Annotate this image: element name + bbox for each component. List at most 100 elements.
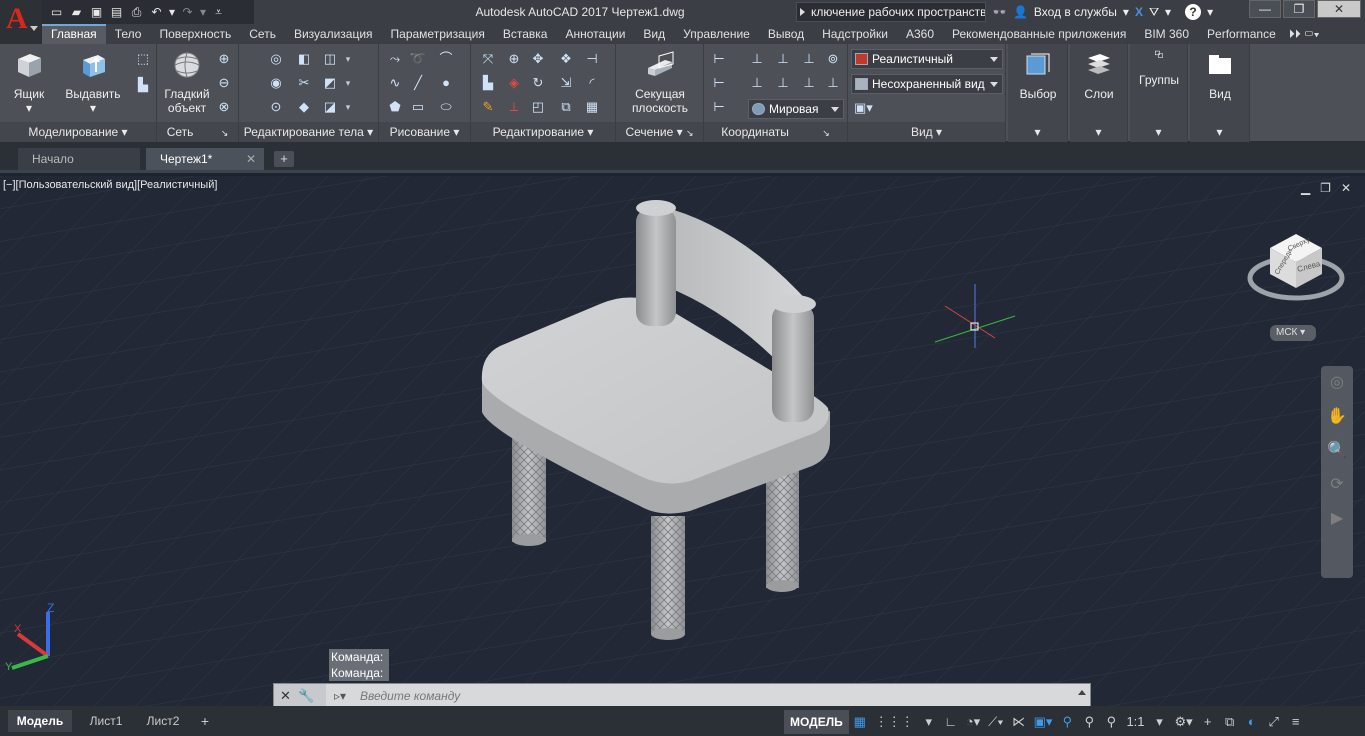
panel-groups[interactable]: Группы ▾ (1130, 44, 1188, 142)
panel-title-solid-editing[interactable]: Редактирование тела ▾ (239, 122, 378, 142)
autoscale-icon[interactable]: ⚲ (1078, 710, 1100, 734)
zoom-icon[interactable]: 🔍 (1321, 434, 1353, 468)
binoculars-icon[interactable]: 👓 (992, 5, 1007, 19)
command-input[interactable]: ▹▾ Введите команду (330, 684, 460, 706)
spline-icon[interactable]: ∿ (386, 74, 404, 92)
union-icon[interactable]: ◎ (267, 50, 285, 68)
mesh-smooth-more-icon[interactable]: ⊕ (215, 50, 233, 68)
command-history-toggle-icon[interactable] (1078, 690, 1086, 695)
align-icon[interactable]: ▙ (479, 74, 497, 92)
chevron-down-icon[interactable]: ▾ (1207, 5, 1213, 19)
tab-addins[interactable]: Надстройки (813, 24, 897, 44)
mirror-3d-icon[interactable]: ⟂ (505, 98, 523, 116)
ellipse-icon[interactable]: ⬭ (437, 98, 455, 116)
mesh-smooth-less-icon[interactable]: ⊖ (215, 74, 233, 92)
panel-title-view[interactable]: Вид ▾ (848, 122, 1005, 142)
new-tab-button[interactable]: + (274, 151, 294, 167)
ucs-3point-icon[interactable]: ⊥ (748, 74, 766, 92)
separate-icon[interactable]: ◫ (321, 50, 339, 68)
customize-wrench-icon[interactable]: 🔧 (298, 688, 314, 703)
box-button[interactable]: Ящик ▾ (8, 50, 50, 115)
application-menu-button[interactable]: A (0, 0, 42, 44)
tab-start[interactable]: Начало (18, 148, 140, 170)
plus-icon[interactable]: + (1197, 710, 1219, 734)
help-button[interactable]: ? (1185, 4, 1202, 20)
save-as-icon[interactable]: ▤ (108, 4, 125, 20)
annotation-scale-icon[interactable]: ⚲ (1100, 710, 1122, 734)
array-icon[interactable]: ▦ (583, 98, 601, 116)
orbit-icon[interactable]: ⟳ (1321, 468, 1353, 502)
new-file-icon[interactable]: ▭ (48, 4, 65, 20)
tab-a360[interactable]: A360 (897, 24, 943, 44)
polyline-icon[interactable]: ⤳ (386, 50, 404, 68)
add-layout-button[interactable]: + (194, 710, 216, 732)
trim-icon[interactable]: ⊣ (583, 50, 601, 68)
chevron-down-icon[interactable]: ▾ (339, 74, 357, 92)
line-icon[interactable]: ╱ (409, 74, 427, 92)
pan-icon[interactable]: ✋ (1321, 400, 1353, 434)
chevron-down-icon[interactable]: ▾ (1165, 5, 1171, 19)
tab-parametric[interactable]: Параметризация (382, 24, 494, 44)
ucs-world-icon[interactable]: ⊢ (710, 74, 728, 92)
restore-button[interactable]: ❐ (1283, 0, 1315, 18)
arc-icon[interactable]: ⌒ (437, 50, 455, 68)
exchange-icon[interactable]: X (1135, 5, 1143, 19)
tab-solid[interactable]: Тело (106, 24, 151, 44)
fillet-icon[interactable]: ◜ (583, 74, 601, 92)
ucs-face-icon[interactable]: ⊥ (800, 50, 818, 68)
panel-title-mesh[interactable]: Сеть ↘ (157, 122, 238, 142)
tab-performance[interactable]: Performance (1198, 24, 1285, 44)
print-icon[interactable]: ⎙ (128, 4, 145, 20)
panel-title-draw[interactable]: Рисование ▾ (379, 122, 470, 142)
annotation-scale-value[interactable]: 1:1 (1122, 710, 1148, 734)
chevron-down-icon[interactable]: ▾ (918, 710, 940, 734)
redo-dropdown-icon[interactable]: ▾ (199, 4, 207, 20)
close-icon[interactable]: ✕ (280, 688, 291, 703)
refine-mesh-icon[interactable]: ⊗ (215, 98, 233, 116)
extract-edges-icon[interactable]: ◧ (295, 50, 313, 68)
presspull-icon[interactable]: ⬚ (134, 50, 152, 68)
helix-icon[interactable]: ➰ (409, 50, 427, 68)
customization-icon[interactable]: ≡ (1285, 710, 1307, 734)
tab-bim360[interactable]: BIM 360 (1135, 24, 1198, 44)
tab-output[interactable]: Вывод (759, 24, 813, 44)
viewport-restore-icon[interactable]: ❐ (1320, 181, 1331, 195)
tab-annotate[interactable]: Аннотации (556, 24, 634, 44)
chevron-down-icon[interactable]: ▾ (1149, 710, 1171, 734)
ucs-icon[interactable]: ⊢ (710, 50, 728, 68)
shell-icon[interactable]: ◪ (321, 98, 339, 116)
tab-featured-apps[interactable]: Рекомендованные приложения (943, 24, 1135, 44)
rotate-icon[interactable]: ↻ (529, 74, 547, 92)
viewport-label[interactable]: [−][Пользовательский вид][Реалистичный] (3, 179, 217, 191)
wcs-menu[interactable]: МСК ▾ (1270, 325, 1316, 341)
smooth-object-button[interactable]: Гладкий объект (161, 50, 213, 115)
scale-icon[interactable]: ◰ (529, 98, 547, 116)
ucs-dropdown[interactable]: Мировая (748, 99, 844, 119)
save-icon[interactable]: ▣ (88, 4, 105, 20)
signin-button[interactable]: Вход в службы (1034, 5, 1117, 19)
open-file-icon[interactable]: ▰ (68, 4, 85, 20)
tab-drawing1[interactable]: Чертеж1* ✕ (146, 148, 264, 170)
polygon-icon[interactable]: ⬟ (386, 98, 404, 116)
ucs-origin-icon[interactable]: ⊥ (748, 50, 766, 68)
viewport-config-icon[interactable]: ▣▾ (854, 99, 873, 117)
erase-icon[interactable]: ✎ (479, 98, 497, 116)
isolate-objects-icon[interactable]: ⧉ (1219, 710, 1241, 734)
osnap-tracking-icon[interactable]: ⋉ (1008, 710, 1030, 734)
panel-title-modify[interactable]: Редактирование ▾ (471, 122, 615, 142)
panel-title-coordinates[interactable]: Координаты ↘ (704, 122, 847, 142)
grid-icon[interactable]: ▦ (849, 710, 871, 734)
section-plane-button[interactable]: Секущая плоскость (624, 50, 696, 115)
viewport-close-icon[interactable]: ✕ (1341, 181, 1351, 195)
tab-insert[interactable]: Вставка (494, 24, 557, 44)
tab-surface[interactable]: Поверхность (150, 24, 240, 44)
user-icon[interactable]: 👤 (1013, 5, 1028, 19)
chevron-down-icon[interactable]: ▾ (1123, 5, 1129, 19)
undo-dropdown-icon[interactable]: ▾ (168, 4, 176, 20)
chevron-down-icon[interactable]: ▾ (339, 98, 357, 116)
close-icon[interactable]: ✕ (246, 148, 256, 170)
minimize-button[interactable]: — (1249, 0, 1281, 18)
visual-style-dropdown[interactable]: Реалистичный (851, 49, 1003, 69)
fillet-edge-icon[interactable]: ◩ (321, 74, 339, 92)
panel-title-modeling[interactable]: Моделирование ▾ (0, 122, 156, 142)
